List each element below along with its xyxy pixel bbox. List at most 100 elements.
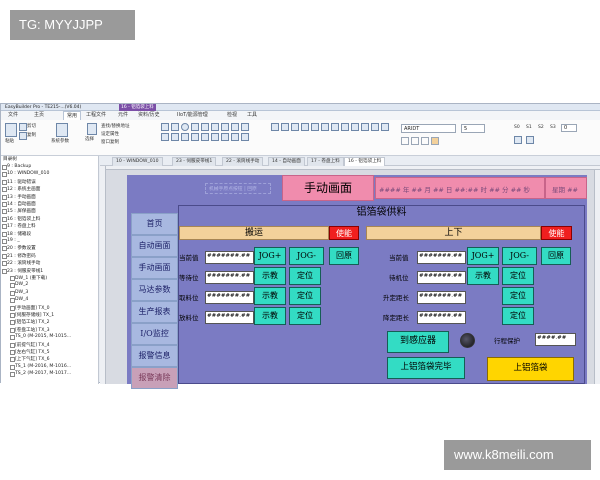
tree-item[interactable]: 10 : WINDOW_010 [1,171,49,178]
zoom-in-icon[interactable] [514,136,522,144]
font-color-button[interactable] [431,137,439,145]
copy-icon[interactable] [19,132,27,140]
bring-front-icon[interactable] [371,123,379,131]
tree-item[interactable]: TS_0 (M-2015, M-1015... [9,334,71,341]
text-icon[interactable] [211,123,219,131]
trend-icon[interactable] [231,133,239,141]
left-wait-teach-button[interactable]: 示教 [254,267,286,285]
tree-item[interactable]: DW_2 [9,282,28,289]
tree-item[interactable]: 13 : 手动画面 [2,194,36,200]
left-place-teach-button[interactable]: 示教 [254,307,286,325]
tree-item[interactable]: 18 : 储箱段 [1,231,31,237]
tree-item[interactable]: 9 : Backup [1,164,31,170]
tab-objects[interactable]: 元件 [115,111,131,120]
align-top-icon[interactable] [301,123,309,131]
bold-button[interactable] [401,137,409,145]
tree-item[interactable]: [手动画面] TX_0 [10,305,50,311]
left-jog-plus-button[interactable]: JOG+ [254,247,286,265]
ungroup-icon[interactable] [341,123,349,131]
picture-icon[interactable] [221,123,229,131]
nav-auto[interactable]: 自动画面 [131,235,178,257]
right-drop-distance[interactable]: #######.## [417,311,466,324]
chart-icon[interactable] [191,133,199,141]
underline-button[interactable] [421,137,429,145]
left-enable-button[interactable]: 使能 [329,226,359,240]
right-rise-position-button[interactable]: 定位 [502,287,534,305]
keypad-icon[interactable] [241,133,249,141]
table-icon[interactable] [231,123,239,131]
cut-icon[interactable] [19,123,27,131]
group-icon[interactable] [331,123,339,131]
gauge-icon[interactable] [201,133,209,141]
stroke-protect-value[interactable]: ####.## [535,333,576,346]
tree-item[interactable]: [卷盘工站] TX_3 [10,327,50,333]
nav-manual[interactable]: 手动画面 [131,257,178,279]
state-s3[interactable]: S3 [550,125,556,130]
numeric-icon[interactable] [181,133,189,141]
align-right-icon[interactable] [291,123,299,131]
lamp-icon[interactable] [171,133,179,141]
circle-icon[interactable] [181,123,189,131]
tree-item[interactable]: 20 : 参数设置 [2,245,36,252]
polygon-icon[interactable] [201,123,209,131]
send-back-icon[interactable] [381,123,389,131]
tree-item[interactable]: 14 : 自动画面 [2,201,36,207]
select-icon[interactable] [87,123,97,135]
alarm-icon[interactable] [221,133,229,141]
tree-item[interactable]: 22 : 滚筒线手动 [1,260,40,267]
left-pick-pos[interactable]: #######.## [205,291,254,304]
right-standby-teach-button[interactable]: 示教 [467,267,499,285]
arc-icon[interactable] [191,123,199,131]
right-drop-position-button[interactable]: 定位 [502,307,534,325]
tree-item[interactable]: [左右气缸] TX_5 [10,349,50,355]
sensor-button[interactable]: 到感应器 [387,331,449,353]
right-standby-pos[interactable]: #######.## [417,271,466,284]
tree-item[interactable]: 19 : _ [2,238,20,244]
state-s2[interactable]: S2 [538,125,544,130]
line-icon[interactable] [161,123,169,131]
left-pick-position-button[interactable]: 定位 [289,287,321,305]
tab-data[interactable]: 资料/历史 [135,111,163,120]
right-current-value[interactable]: #######.## [417,251,466,264]
system-params-icon[interactable] [56,123,68,137]
font-size-select[interactable]: 5 [461,124,485,133]
nav-motor-params[interactable]: 马达参数 [131,279,178,301]
find-replace-label[interactable]: 查找/替换地址 [101,123,130,129]
tree-item[interactable]: DW_1 (重下载) [9,275,47,281]
state-s0[interactable]: S0 [514,125,520,130]
right-home-button[interactable]: 回原 [541,247,571,265]
align-middle-icon[interactable] [311,123,319,131]
right-jog-minus-button[interactable]: JOG- [502,247,537,265]
bag-load-button[interactable]: 上铝箔袋 [487,357,574,381]
left-home-button[interactable]: 回原 [329,247,359,265]
bag-load-done-button[interactable]: 上铝箔袋完毕 [387,357,465,379]
tree-item[interactable]: 21 : 修改密码 [2,253,36,259]
tab-file[interactable]: 文件 [5,111,21,120]
button-icon[interactable] [161,133,169,141]
left-pick-teach-button[interactable]: 示教 [254,287,286,305]
italic-button[interactable] [411,137,419,145]
font-select[interactable]: ARIDT [401,124,456,133]
right-rise-distance[interactable]: #######.## [417,291,466,304]
vertical-scrollbar[interactable] [594,170,600,384]
tree-item[interactable]: 15 : 屏保画面 [2,208,36,215]
tree-item[interactable]: 12 : 系统主画面 [1,186,40,193]
slider-icon[interactable] [211,133,219,141]
align-center-icon[interactable] [281,123,289,131]
zoom-out-icon[interactable] [526,136,534,144]
left-wait-position-button[interactable]: 定位 [289,267,321,285]
tab-iiot[interactable]: IIoT/能源管理 [174,111,211,120]
left-place-position-button[interactable]: 定位 [289,307,321,325]
nav-alarm-info[interactable]: 报警信息 [131,345,178,367]
left-wait-pos[interactable]: #######.## [205,271,254,284]
tab-home[interactable]: 主页 [31,111,47,120]
tree-item[interactable]: [铝箔工站] TX_2 [10,319,50,326]
tree-item[interactable]: DW_3 [9,290,28,296]
tree-item[interactable]: DW_4 [9,297,28,304]
nav-io-monitor[interactable]: I/O监控 [131,323,178,345]
tree-item[interactable]: [上下气缸] TX_6 [10,356,50,363]
tree-item[interactable]: [伺服存储线] TX_1 [9,312,54,318]
state-value-input[interactable]: 0 [561,124,577,132]
right-enable-button[interactable]: 使能 [541,226,572,240]
faint-home-button[interactable]: 机械手原点按钮 | 回原 [205,183,271,194]
